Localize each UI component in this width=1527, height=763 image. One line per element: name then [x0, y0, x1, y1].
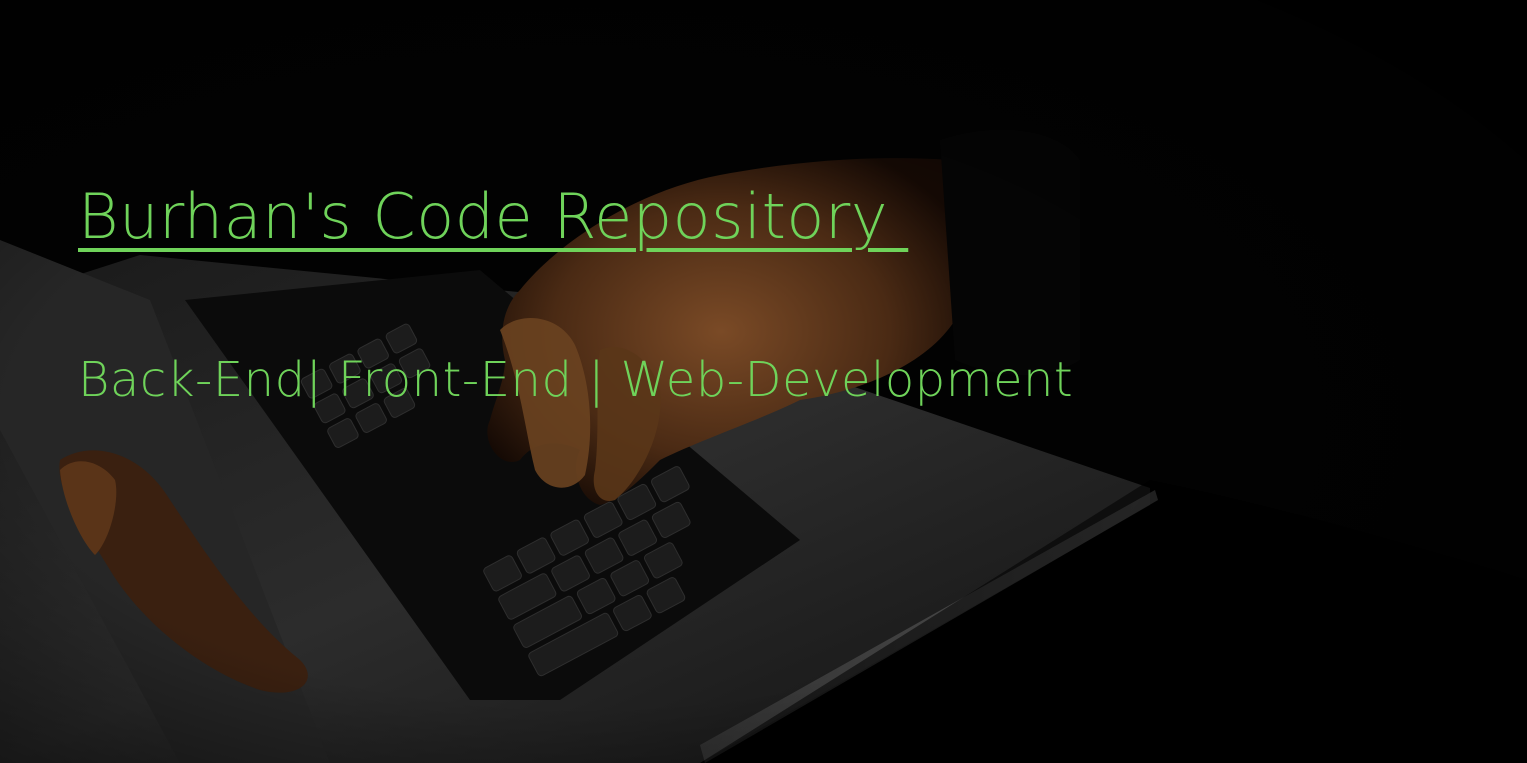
hero-banner: Burhan's Code Repository Back-End| Front…: [0, 0, 1527, 763]
page-subtitle: Back-End| Front-End | Web-Development: [78, 352, 1074, 408]
page-title[interactable]: Burhan's Code Repository: [78, 172, 908, 262]
